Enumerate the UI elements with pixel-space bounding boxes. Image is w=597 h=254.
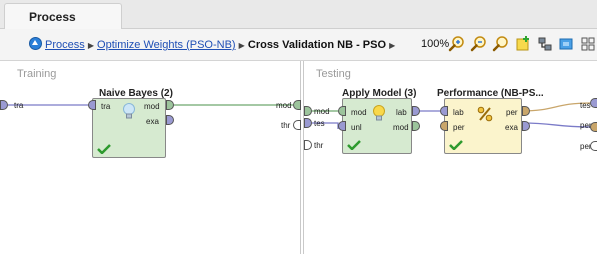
lightbulb-icon: [123, 103, 135, 119]
breadcrumb-separator: ▶: [87, 41, 94, 50]
subprocess-divider[interactable]: [303, 61, 304, 254]
training-thr-port-label: thr: [281, 121, 291, 130]
apply-model-operator[interactable]: mod unl lab mod: [342, 98, 412, 154]
performance-lab-port[interactable]: [440, 106, 448, 116]
apply-model-unl-port[interactable]: [338, 121, 346, 131]
testing-out-per2-port[interactable]: [590, 141, 597, 151]
subprocess-divider[interactable]: [300, 61, 301, 254]
breadcrumb-optimize-weights[interactable]: Optimize Weights (PSO-NB): [97, 39, 236, 51]
tab-process[interactable]: Process: [4, 3, 122, 29]
performance-exa-label: exa: [505, 123, 518, 132]
testing-out-per-port[interactable]: [590, 122, 597, 132]
zoom-out-icon[interactable]: [470, 35, 488, 53]
apply-model-mod-port[interactable]: [338, 106, 346, 116]
arrange-icon[interactable]: [557, 35, 575, 53]
zoom-in-icon[interactable]: [448, 35, 466, 53]
testing-thr-port-label: thr: [314, 141, 324, 150]
naive-bayes-in-label: tra: [101, 102, 111, 111]
grid-icon[interactable]: [579, 35, 597, 53]
breadcrumb-process[interactable]: Process: [45, 39, 85, 51]
training-thr-port[interactable]: [293, 120, 301, 130]
go-up-icon[interactable]: [29, 37, 42, 50]
breadcrumb: Process ▶ Optimize Weights (PSO-NB) ▶ Cr…: [45, 38, 395, 52]
breadcrumb-separator: ▶: [238, 41, 245, 50]
naive-bayes-exa-label: exa: [146, 117, 159, 126]
breadcrumb-cross-validation: Cross Validation NB - PSO: [247, 39, 387, 51]
testing-label: Testing: [316, 68, 351, 80]
testing-tes-port-label: tes: [314, 119, 325, 128]
testing-out-tes-port[interactable]: [590, 98, 597, 108]
training-output-port-label: mod: [276, 101, 292, 110]
lightbulb-icon: [373, 105, 385, 121]
tab-bar: Process: [0, 0, 597, 29]
tab-process-label: Process: [29, 10, 76, 24]
auto-wire-icon[interactable]: [536, 35, 554, 53]
check-icon: [347, 140, 361, 150]
training-label: Training: [17, 68, 57, 80]
training-output-port[interactable]: [293, 100, 301, 110]
process-toolbar: Process ▶ Optimize Weights (PSO-NB) ▶ Cr…: [0, 29, 597, 61]
zoom-level: 100%: [421, 38, 450, 50]
performance-out-per-label: per: [506, 108, 518, 117]
check-icon: [97, 144, 111, 154]
apply-model-out-mod-label: mod: [393, 123, 409, 132]
naive-bayes-operator[interactable]: tra mod exa: [92, 98, 166, 158]
check-icon: [449, 140, 463, 150]
apply-model-unl-label: unl: [351, 123, 362, 132]
zoom-fit-icon[interactable]: [492, 35, 510, 53]
performance-per-port[interactable]: [440, 121, 448, 131]
process-canvas[interactable]: Training Testing tra mod thr Naive Bayes…: [0, 61, 597, 254]
training-input-port-label: tra: [14, 101, 24, 110]
performance-per-label: per: [453, 123, 465, 132]
naive-bayes-mod-label: mod: [144, 102, 160, 111]
performance-lab-label: lab: [453, 108, 464, 117]
naive-bayes-in-port[interactable]: [88, 100, 96, 110]
percent-icon: [477, 106, 493, 122]
breadcrumb-separator: ▶: [389, 41, 396, 50]
apply-model-lab-label: lab: [396, 108, 407, 117]
add-note-icon[interactable]: [514, 35, 532, 53]
apply-model-mod-label: mod: [351, 108, 367, 117]
testing-mod-port-label: mod: [314, 107, 330, 116]
performance-operator[interactable]: lab per per exa: [444, 98, 522, 154]
